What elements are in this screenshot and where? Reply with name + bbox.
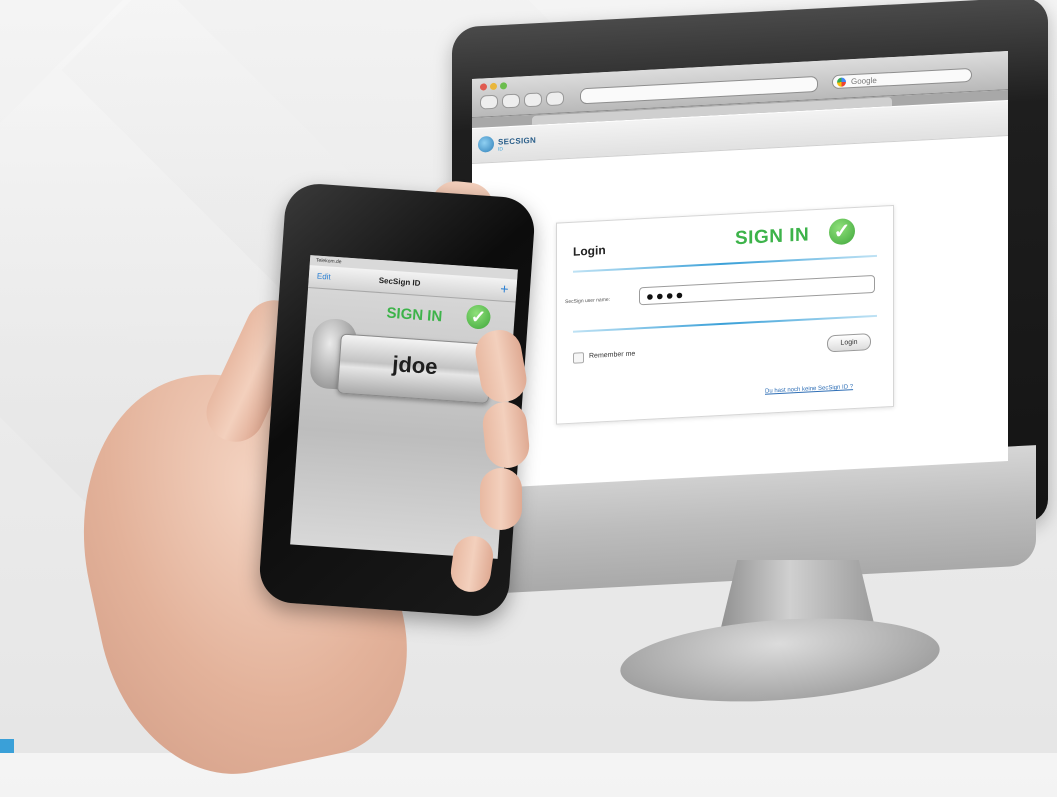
forward-button[interactable] <box>502 93 520 109</box>
monitor-stand-base <box>617 608 943 712</box>
identity-plate[interactable]: jdoe <box>336 333 493 404</box>
search-placeholder: Google <box>851 75 877 87</box>
login-button[interactable]: Login <box>827 333 871 353</box>
login-title: Login <box>573 243 606 259</box>
secsign-logo-icon <box>478 135 494 153</box>
remember-me-label: Remember me <box>589 350 636 360</box>
divider <box>573 314 877 333</box>
phone-sign-in-label: SIGN IN <box>385 304 443 326</box>
corner-mark <box>0 739 14 753</box>
secsign-logo-text: SECSIGN <box>498 135 537 147</box>
username-field-label: SecSign user name: <box>565 296 611 306</box>
close-window-icon[interactable] <box>480 83 487 91</box>
secsign-logo-subtext: ID <box>498 146 503 153</box>
address-bar[interactable] <box>580 75 818 105</box>
browser-search-field[interactable]: Google <box>832 67 972 90</box>
phone-edit-button[interactable]: Edit <box>317 272 331 282</box>
username-input[interactable]: ●●●● <box>639 274 875 306</box>
back-button[interactable] <box>480 94 498 110</box>
login-card: Login SIGN IN ✓ SecSign user name: ●●●● … <box>556 204 894 425</box>
sign-in-label: SIGN IN <box>735 224 810 250</box>
add-icon[interactable]: + <box>500 280 509 297</box>
minimize-window-icon[interactable] <box>490 82 497 91</box>
home-button[interactable] <box>546 91 564 107</box>
phone-checkmark-icon: ✓ <box>465 304 492 330</box>
checkmark-icon: ✓ <box>829 217 855 246</box>
phone-app-title: SecSign ID <box>378 275 421 288</box>
divider <box>573 254 877 273</box>
google-icon <box>837 77 846 87</box>
reload-button[interactable] <box>524 92 542 108</box>
identity-username: jdoe <box>391 351 439 380</box>
hand-finger <box>480 468 522 530</box>
register-link[interactable]: Du hast noch keine SecSign ID ? <box>765 384 853 395</box>
remember-me-checkbox[interactable] <box>573 352 584 364</box>
zoom-window-icon[interactable] <box>500 82 507 90</box>
monitor-screen: Google SECSIGN ID Login SIGN IN ✓ SecSig… <box>472 50 1008 490</box>
